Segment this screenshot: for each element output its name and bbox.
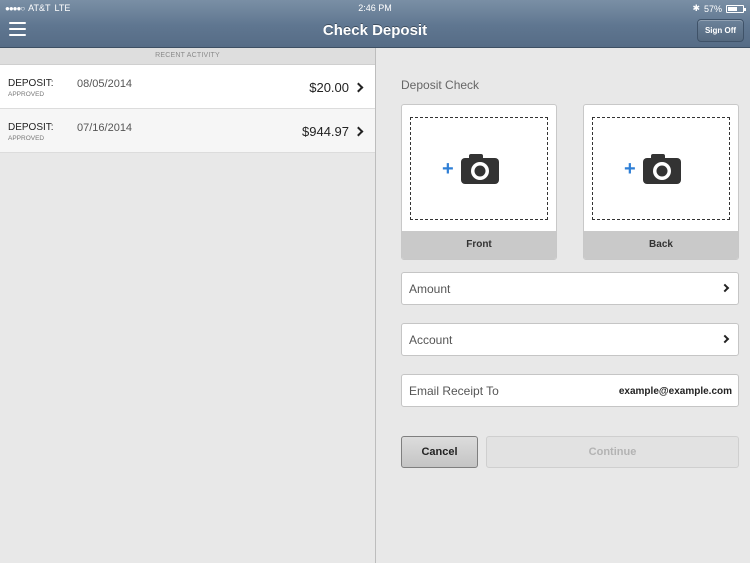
activity-date: 08/05/2014 — [77, 78, 133, 90]
deposit-section-title: Deposit Check — [401, 78, 480, 92]
activity-status: APPROVED — [8, 135, 45, 142]
status-bar: ●●●●○ AT&T LTE 2:46 PM ✱ 57% — [0, 0, 750, 16]
status-time: 2:46 PM — [358, 3, 392, 13]
camera-icon — [643, 154, 681, 184]
recent-activity-panel: RECENT ACTIVITY DEPOSIT: APPROVED 08/05/… — [0, 48, 375, 563]
chevron-right-icon — [720, 334, 730, 344]
continue-button[interactable]: Continue — [486, 436, 739, 468]
chevron-right-icon — [353, 82, 364, 93]
battery-icon — [726, 4, 746, 13]
email-input[interactable] — [562, 382, 732, 400]
camera-icon — [461, 154, 499, 184]
cancel-button[interactable]: Cancel — [401, 436, 478, 468]
email-receipt-field: Email Receipt To — [401, 374, 739, 407]
account-field[interactable]: Account — [401, 323, 739, 356]
deposit-panel: Deposit Check + Front + Back Amount Acco… — [376, 48, 750, 563]
email-receipt-label: Email Receipt To — [409, 384, 499, 398]
front-label: Front — [402, 231, 556, 259]
bluetooth-icon: ✱ — [692, 3, 700, 13]
chevron-right-icon — [720, 283, 730, 293]
plus-icon: + — [624, 158, 636, 180]
activity-amount: $944.97 — [302, 124, 349, 139]
activity-amount: $20.00 — [309, 80, 349, 95]
top-bar: ●●●●○ AT&T LTE 2:46 PM ✱ 57% Check Depos… — [0, 0, 750, 48]
chevron-right-icon — [353, 126, 364, 137]
amount-label: Amount — [409, 282, 451, 296]
plus-icon: + — [442, 158, 454, 180]
activity-date: 07/16/2014 — [77, 122, 133, 134]
back-capture-button[interactable]: + Back — [583, 104, 739, 260]
activity-row[interactable]: DEPOSIT: APPROVED 07/16/2014 $944.97 — [0, 109, 375, 153]
account-label: Account — [409, 333, 453, 347]
activity-type: DEPOSIT: — [8, 122, 54, 133]
front-capture-button[interactable]: + Front — [401, 104, 557, 260]
page-title: Check Deposit — [322, 22, 428, 39]
amount-field[interactable]: Amount — [401, 272, 739, 305]
battery-percent: 57% — [703, 3, 722, 14]
recent-activity-header: RECENT ACTIVITY — [0, 48, 375, 65]
activity-row[interactable]: DEPOSIT: APPROVED 08/05/2014 $20.00 — [0, 65, 375, 109]
activity-status: APPROVED — [8, 91, 45, 98]
back-label: Back — [584, 231, 738, 259]
activity-type: DEPOSIT: — [8, 78, 54, 89]
sign-off-button[interactable]: Sign Off — [697, 19, 744, 42]
